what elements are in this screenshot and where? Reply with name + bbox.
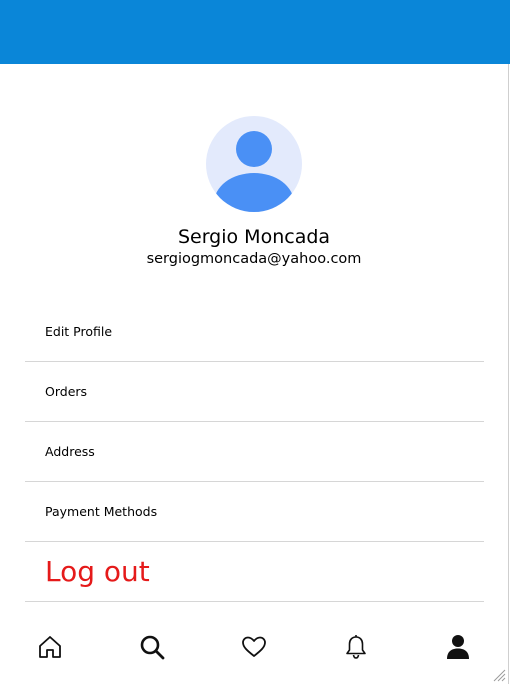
logout-label: Log out <box>45 554 150 588</box>
bell-icon <box>346 635 366 659</box>
app-window: Sergio Moncada sergiogmoncada@yahoo.com … <box>0 0 510 684</box>
user-avatar-icon <box>206 116 302 212</box>
menu-item-address[interactable]: Address <box>25 422 484 482</box>
logout-button[interactable]: Log out <box>25 542 484 602</box>
top-app-bar <box>0 0 510 64</box>
heart-icon <box>242 636 266 657</box>
nav-favorites[interactable] <box>240 632 268 662</box>
menu-item-payment-methods[interactable]: Payment Methods <box>25 482 484 542</box>
bottom-navigation <box>0 620 508 680</box>
profile-name: Sergio Moncada <box>177 226 331 248</box>
search-icon <box>140 635 165 660</box>
menu-item-edit-profile[interactable]: Edit Profile <box>25 302 484 362</box>
home-icon <box>39 636 61 658</box>
menu-item-orders[interactable]: Orders <box>25 362 484 422</box>
menu-item-label: Payment Methods <box>45 504 158 519</box>
menu-item-label: Orders <box>45 384 88 399</box>
profile-email: sergiogmoncada@yahoo.com <box>146 251 362 267</box>
resize-grip-icon[interactable] <box>492 668 506 682</box>
menu-item-label: Edit Profile <box>45 324 113 339</box>
nav-profile[interactable] <box>444 632 472 662</box>
profile-header: Sergio Moncada sergiogmoncada@yahoo.com <box>0 116 508 268</box>
profile-icon <box>447 635 469 659</box>
menu-item-label: Address <box>45 444 95 459</box>
profile-menu: Edit Profile Orders Address Payment Meth… <box>25 302 484 602</box>
nav-search[interactable] <box>138 632 166 662</box>
nav-notifications[interactable] <box>342 632 370 662</box>
nav-home[interactable] <box>36 632 64 662</box>
